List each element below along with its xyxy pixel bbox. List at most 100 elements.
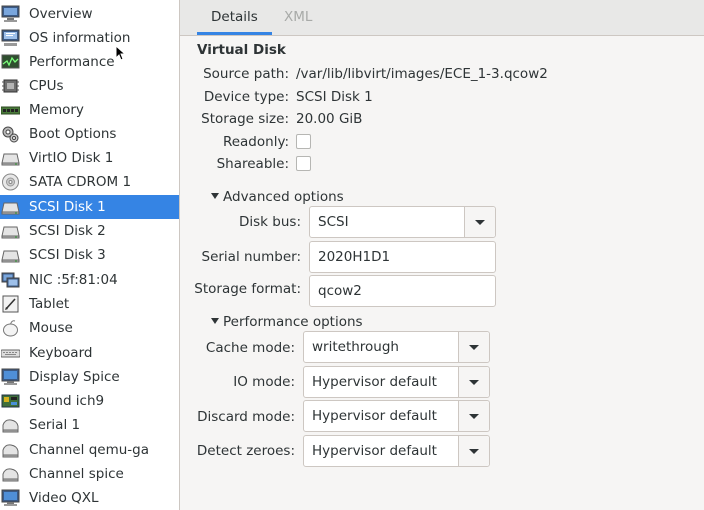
sidebar-item-sound-ich9[interactable]: Sound ich9 bbox=[0, 389, 179, 413]
sidebar-item-boot-options[interactable]: Boot Options bbox=[0, 122, 179, 146]
storage-size-value: 20.00 GiB bbox=[296, 111, 363, 127]
io-mode-combo[interactable]: Hypervisor default bbox=[303, 366, 490, 398]
channel-icon bbox=[1, 465, 20, 483]
io-mode-dropdown-button[interactable] bbox=[458, 367, 489, 397]
sidebar-item-channel-spice[interactable]: Channel spice bbox=[0, 462, 179, 486]
video-card-icon bbox=[1, 489, 20, 507]
sound-card-icon bbox=[1, 392, 20, 410]
serial-number-value: 2020H1D1 bbox=[318, 249, 391, 265]
sidebar-item-mouse[interactable]: Mouse bbox=[0, 316, 179, 340]
sidebar-item-label: Tablet bbox=[29, 296, 70, 312]
sidebar-item-sata-cdrom-1[interactable]: SATA CDROM 1 bbox=[0, 170, 179, 194]
device-type-label: Device type: bbox=[203, 89, 289, 105]
tab-details[interactable]: Details bbox=[197, 0, 272, 35]
cache-mode-value: writethrough bbox=[312, 339, 399, 355]
disk-bus-label: Disk bus: bbox=[239, 214, 301, 230]
gears-icon bbox=[1, 125, 20, 143]
io-mode-label: IO mode: bbox=[233, 374, 295, 390]
hard-disk-icon bbox=[1, 222, 20, 240]
expander-triangle-icon bbox=[211, 318, 219, 324]
sidebar-item-label: SCSI Disk 3 bbox=[29, 247, 106, 263]
sidebar-item-memory[interactable]: Memory bbox=[0, 98, 179, 122]
cdrom-icon bbox=[1, 173, 20, 191]
sidebar-item-virtio-disk-1[interactable]: VirtIO Disk 1 bbox=[0, 146, 179, 170]
performance-options-expander[interactable]: Performance options bbox=[211, 314, 363, 330]
tablet-icon bbox=[1, 295, 20, 313]
sidebar-item-label: Memory bbox=[29, 102, 84, 118]
shareable-label: Shareable: bbox=[216, 156, 289, 172]
sidebar-item-keyboard[interactable]: Keyboard bbox=[0, 341, 179, 365]
advanced-options-label: Advanced options bbox=[223, 189, 344, 205]
sidebar-item-cpus[interactable]: CPUs bbox=[0, 74, 179, 98]
memory-stick-icon bbox=[0, 101, 21, 119]
disk-bus-value: SCSI bbox=[318, 214, 349, 230]
mouse-pointer-icon bbox=[115, 45, 126, 61]
sidebar-item-performance[interactable]: Performance bbox=[0, 50, 179, 74]
discard-mode-combo[interactable]: Hypervisor default bbox=[303, 400, 490, 432]
sidebar-item-display-spice[interactable]: Display Spice bbox=[0, 365, 179, 389]
sidebar-item-label: SCSI Disk 1 bbox=[29, 199, 106, 215]
storage-format-field[interactable]: qcow2 bbox=[309, 275, 496, 307]
sidebar-item-scsi-disk-2[interactable]: SCSI Disk 2 bbox=[0, 219, 179, 243]
sidebar-item-label: VirtIO Disk 1 bbox=[29, 150, 114, 166]
sidebar-item-tablet[interactable]: Tablet bbox=[0, 292, 179, 316]
cpu-chip-icon bbox=[1, 77, 20, 95]
sidebar-item-label: Display Spice bbox=[29, 369, 120, 385]
sidebar-item-label: Performance bbox=[29, 54, 115, 70]
sidebar-item-scsi-disk-3[interactable]: SCSI Disk 3 bbox=[0, 243, 179, 267]
chevron-down-icon bbox=[469, 345, 479, 350]
io-mode-value: Hypervisor default bbox=[312, 374, 437, 390]
readonly-label: Readonly: bbox=[222, 134, 289, 150]
sidebar-item-nic[interactable]: NIC :5f:81:04 bbox=[0, 268, 179, 292]
channel-icon bbox=[1, 441, 20, 459]
shareable-checkbox[interactable] bbox=[296, 156, 311, 171]
sidebar-item-label: Serial 1 bbox=[29, 417, 81, 433]
serial-number-field[interactable]: 2020H1D1 bbox=[309, 241, 496, 273]
cache-mode-combo[interactable]: writethrough bbox=[303, 331, 490, 363]
device-type-value: SCSI Disk 1 bbox=[296, 89, 373, 105]
sidebar-item-label: NIC :5f:81:04 bbox=[29, 272, 118, 288]
sidebar-item-label: Keyboard bbox=[29, 345, 93, 361]
chevron-down-icon bbox=[469, 414, 479, 419]
hardware-list-sidebar: Overview OS information Performance CPUs… bbox=[0, 0, 180, 510]
sidebar-item-os-information[interactable]: OS information bbox=[0, 26, 179, 50]
sidebar-item-scsi-disk-1[interactable]: SCSI Disk 1 bbox=[0, 195, 179, 219]
cache-mode-dropdown-button[interactable] bbox=[458, 332, 489, 362]
performance-graph-icon bbox=[1, 53, 20, 71]
serial-number-label: Serial number: bbox=[201, 249, 302, 265]
detect-zeroes-value: Hypervisor default bbox=[312, 443, 437, 459]
detect-zeroes-label: Detect zeroes: bbox=[196, 443, 295, 459]
sidebar-item-video-qxl[interactable]: Video QXL bbox=[0, 486, 179, 510]
detect-zeroes-combo[interactable]: Hypervisor default bbox=[303, 435, 490, 467]
performance-options-label: Performance options bbox=[223, 314, 363, 330]
source-path-value: /var/lib/libvirt/images/ECE_1-3.qcow2 bbox=[296, 66, 548, 82]
storage-size-label: Storage size: bbox=[201, 111, 289, 127]
sidebar-item-label: Mouse bbox=[29, 320, 73, 336]
sidebar-item-label: Video QXL bbox=[29, 490, 99, 506]
sidebar-item-label: SCSI Disk 2 bbox=[29, 223, 106, 239]
sidebar-item-serial-1[interactable]: Serial 1 bbox=[0, 413, 179, 437]
details-panel: Details XML Virtual Disk Source path: /v… bbox=[180, 0, 704, 510]
sidebar-item-channel-qemu-ga[interactable]: Channel qemu-ga bbox=[0, 438, 179, 462]
hard-disk-icon bbox=[1, 149, 20, 167]
sidebar-item-label: Overview bbox=[29, 6, 93, 22]
virtual-disk-heading: Virtual Disk bbox=[197, 42, 286, 58]
disk-bus-dropdown-button[interactable] bbox=[464, 207, 495, 237]
disk-bus-combo[interactable]: SCSI bbox=[309, 206, 496, 238]
hard-disk-icon bbox=[1, 198, 20, 216]
advanced-options-expander[interactable]: Advanced options bbox=[211, 189, 344, 205]
chevron-down-icon bbox=[469, 380, 479, 385]
source-path-label: Source path: bbox=[203, 66, 289, 82]
tab-xml[interactable]: XML bbox=[270, 0, 326, 33]
sidebar-item-label: CPUs bbox=[29, 78, 64, 94]
serial-port-icon bbox=[1, 416, 20, 434]
display-icon bbox=[1, 368, 20, 386]
monitor-info-icon bbox=[1, 29, 20, 47]
cache-mode-label: Cache mode: bbox=[205, 340, 295, 356]
discard-mode-dropdown-button[interactable] bbox=[458, 401, 489, 431]
discard-mode-value: Hypervisor default bbox=[312, 408, 437, 424]
readonly-checkbox[interactable] bbox=[296, 134, 311, 149]
detect-zeroes-dropdown-button[interactable] bbox=[458, 436, 489, 466]
mouse-icon bbox=[1, 319, 20, 337]
sidebar-item-overview[interactable]: Overview bbox=[0, 2, 179, 26]
